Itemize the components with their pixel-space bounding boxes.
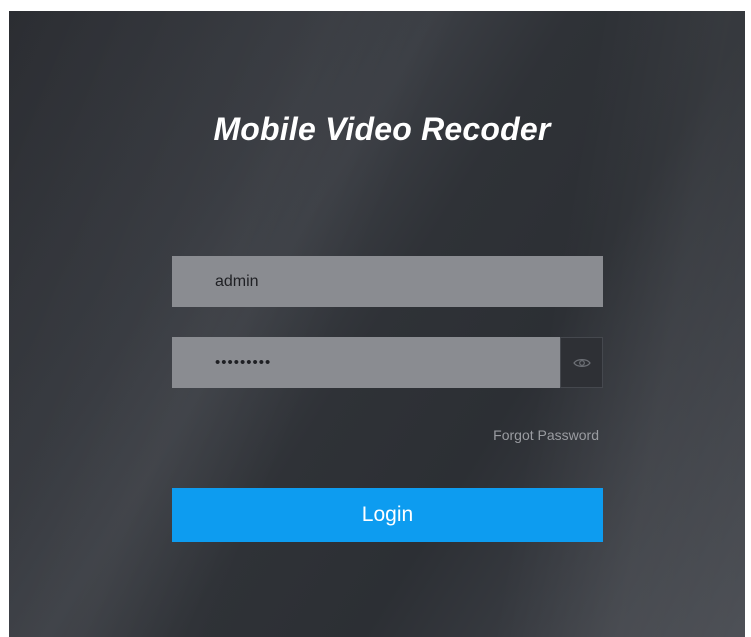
password-field[interactable] <box>172 337 603 388</box>
background-sheen <box>9 11 745 637</box>
eye-icon <box>572 358 591 367</box>
login-button[interactable]: Login <box>172 488 603 542</box>
app-title: Mobile Video Recoder <box>213 111 551 147</box>
show-password-toggle[interactable] <box>560 337 603 388</box>
password-input[interactable] <box>172 337 560 388</box>
username-field[interactable] <box>172 256 603 307</box>
login-panel: Mobile Video Recoder Forgot Password Log… <box>9 11 745 637</box>
username-input[interactable] <box>172 256 603 307</box>
forgot-password-link[interactable]: Forgot Password <box>493 427 599 443</box>
